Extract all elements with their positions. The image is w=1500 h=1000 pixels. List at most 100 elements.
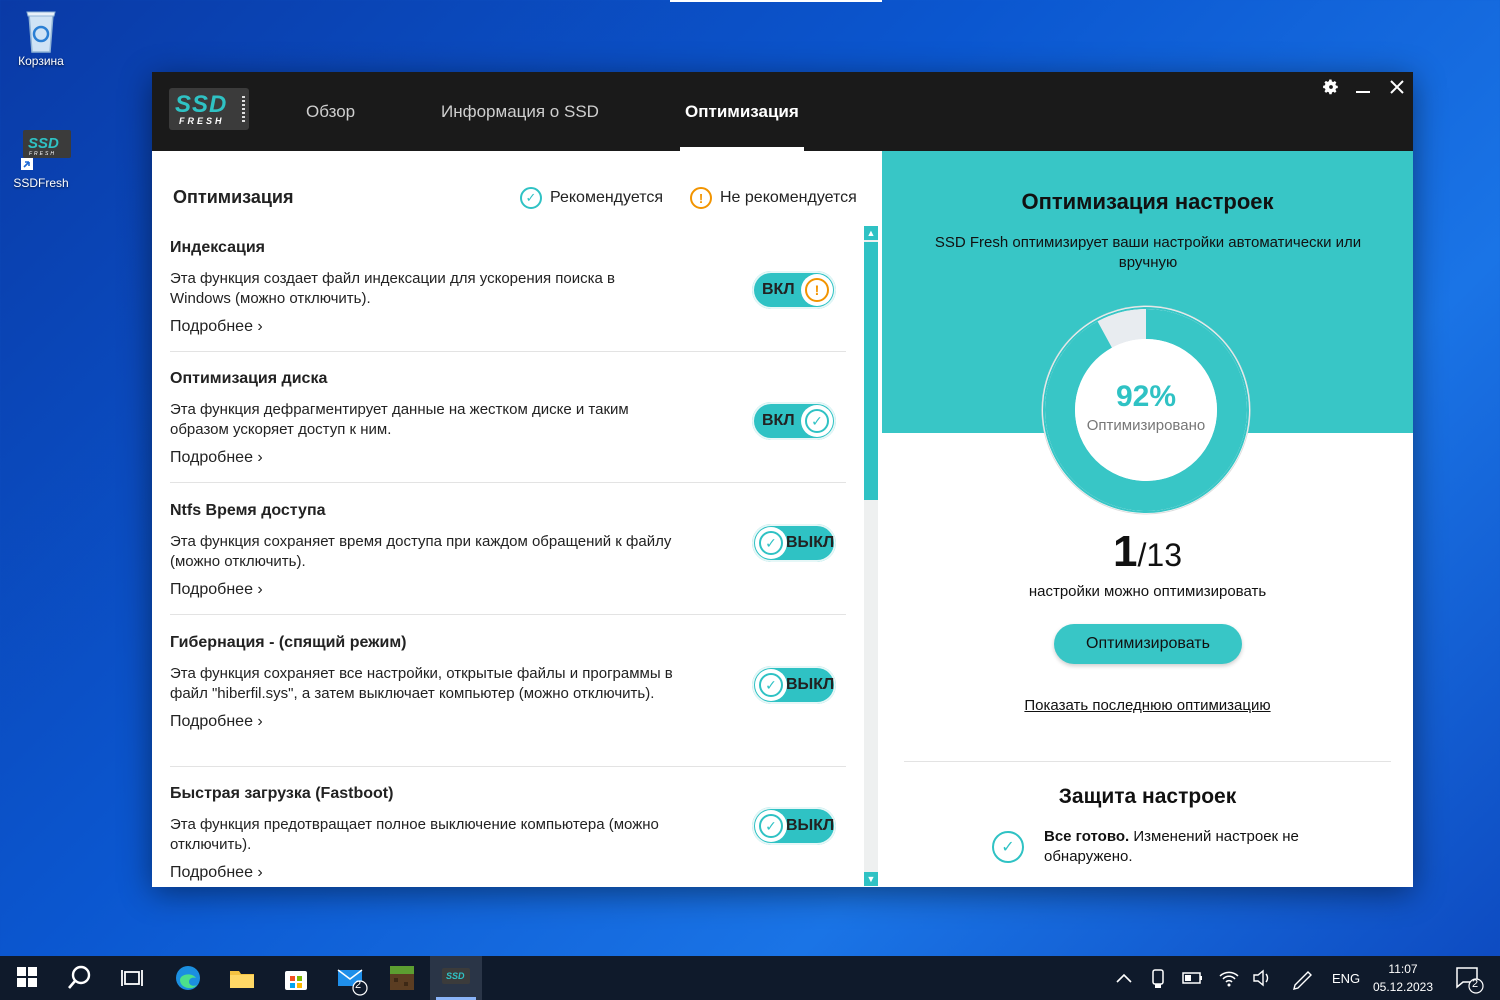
panel-title: Оптимизация (173, 187, 294, 207)
show-last-optimization-link[interactable]: Показать последнюю оптимизацию (882, 697, 1413, 714)
optimization-list-panel: Оптимизация ✓ Рекомендуется ! Не рекомен… (152, 151, 882, 887)
scroll-up-icon[interactable]: ▲ (864, 226, 878, 240)
item-description: Эта функция предотвращает полное выключе… (170, 816, 659, 853)
desktop-icon-label: SSDFresh (13, 176, 69, 190)
list-scrollbar[interactable]: ▲ ▼ (864, 226, 878, 886)
more-link[interactable]: Подробнее › (170, 713, 263, 731)
toggle-indexing[interactable]: ВКЛ ! (752, 271, 836, 309)
item-title: Индексация (170, 239, 266, 256)
title-bar: SSD FRESH Обзор Информация о SSD Оптимиз… (152, 72, 1413, 151)
item-description: Эта функция сохраняет все настройки, отк… (170, 665, 673, 702)
microsoft-store-icon[interactable] (282, 964, 310, 992)
warning-circle-icon: ! (690, 187, 712, 209)
legend-label: Рекомендуется (550, 189, 664, 206)
minimize-icon[interactable] (1350, 78, 1376, 102)
optimized-percent: 92% (1115, 380, 1177, 413)
recycle-bin-icon (19, 6, 63, 53)
item-description: Эта функция создает файл индексации для … (170, 270, 616, 307)
system-clock[interactable]: 11:07 05.12.2023 (1360, 960, 1446, 996)
check-circle-icon: ✓ (755, 810, 787, 842)
tab-optimization[interactable]: Оптимизация (685, 102, 799, 122)
toggle-fastboot[interactable]: ✓ ВЫКЛ (752, 807, 836, 845)
toggle-ntfs-access-time[interactable]: ✓ ВЫКЛ (752, 524, 836, 562)
optimization-progress-ring: 92% Оптимизировано (1040, 304, 1252, 516)
svg-text:SSD: SSD (28, 135, 59, 152)
scroll-down-icon[interactable]: ▼ (864, 872, 878, 886)
toggle-hibernation[interactable]: ✓ ВЫКЛ (752, 666, 836, 704)
toggle-label: ВЫКЛ (786, 676, 835, 693)
toggle-disk-optimization[interactable]: ВКЛ ✓ (752, 402, 836, 440)
volume-icon[interactable] (1250, 964, 1278, 992)
logo-sub: FRESH (179, 116, 225, 126)
item-title: Ntfs Время доступа (170, 502, 326, 519)
wifi-icon[interactable] (1216, 964, 1244, 992)
list-item-hibernation: Гибернация - (спящий режим) Эта функция … (170, 634, 846, 767)
search-icon[interactable] (66, 964, 94, 992)
desktop-icon-ssdfresh[interactable]: SSD FRESH SSDFresh (8, 128, 74, 190)
toggle-label: ВЫКЛ (786, 534, 835, 551)
item-description: Эта функция сохраняет время доступа при … (170, 533, 672, 570)
desktop-icon-recycle-bin[interactable]: Корзина (8, 6, 74, 68)
logo-bars (242, 96, 245, 122)
windows-start-icon[interactable] (14, 964, 42, 992)
summary-subtitle: SSD Fresh оптимизирует ваши настройки ав… (934, 234, 1362, 271)
language-indicator[interactable]: ENG (1332, 956, 1360, 1000)
toggle-label: ВКЛ (762, 412, 795, 429)
mail-icon[interactable]: 2 (336, 964, 368, 996)
clock-date: 05.12.2023 (1372, 980, 1434, 994)
item-title: Быстрая загрузка (Fastboot) (170, 785, 394, 802)
item-description: Эта функция дефрагментирует данные на же… (170, 401, 629, 438)
optimizable-count: 1/13 (882, 527, 1413, 577)
logo-main: SSD (175, 91, 228, 118)
task-view-icon[interactable] (118, 964, 146, 992)
settings-gear-icon[interactable] (1318, 78, 1344, 102)
protection-status: Все готово. Изменений настроек не обнару… (1044, 828, 1299, 865)
mail-badge: 2 (355, 979, 362, 991)
summary-title: Оптимизация настроек (1021, 189, 1274, 214)
optimization-summary-panel: Оптимизация настроек SSD Fresh оптимизир… (882, 151, 1413, 887)
ssdfresh-shortcut-icon: SSD FRESH (19, 128, 71, 172)
ssdfresh-window: SSD FRESH Обзор Информация о SSD Оптимиз… (152, 72, 1413, 887)
more-link[interactable]: Подробнее › (170, 864, 263, 882)
more-link[interactable]: Подробнее › (170, 581, 263, 599)
svg-text:SSD: SSD (446, 971, 465, 981)
list-item-fastboot: Быстрая загрузка (Fastboot) Эта функция … (170, 785, 846, 887)
usb-device-icon[interactable] (1146, 964, 1174, 992)
tab-ssd-info[interactable]: Информация о SSD (441, 102, 599, 122)
pen-icon[interactable] (1290, 964, 1318, 992)
protection-title: Защита настроек (1058, 785, 1237, 808)
divider (904, 761, 1391, 762)
legend-recommended: ✓ Рекомендуется (520, 187, 663, 209)
optimize-button[interactable]: Оптимизировать (1054, 624, 1242, 664)
item-title: Гибернация - (спящий режим) (170, 634, 407, 651)
file-explorer-icon[interactable] (228, 964, 256, 992)
chevron-up-icon[interactable] (1112, 964, 1140, 992)
list-item-indexing: Индексация Эта функция создает файл инде… (170, 239, 846, 352)
taskbar-ssdfresh-active[interactable]: SSD (430, 956, 482, 1000)
item-title: Оптимизация диска (170, 370, 328, 387)
battery-icon[interactable] (1180, 964, 1208, 992)
list-item-ntfs-access-time: Ntfs Время доступа Эта функция сохраняет… (170, 502, 846, 615)
toggle-label: ВКЛ (762, 281, 795, 298)
list-item-disk-optimization: Оптимизация диска Эта функция дефрагмент… (170, 370, 846, 483)
scroll-thumb[interactable] (864, 242, 878, 500)
count-label: настройки можно оптимизировать (1028, 583, 1267, 600)
check-circle-icon: ✓ (801, 405, 833, 437)
check-circle-icon: ✓ (755, 669, 787, 701)
taskbar: 2 SSD ENG 11:07 05.12.2023 2 (0, 956, 1500, 1000)
warning-circle-icon: ! (801, 274, 833, 306)
desktop-top-strip (670, 0, 882, 2)
tab-overview[interactable]: Обзор (306, 102, 355, 122)
minecraft-icon[interactable] (388, 964, 416, 992)
notifications-icon[interactable]: 2 (1454, 964, 1484, 994)
svg-text:FRESH: FRESH (29, 151, 56, 157)
legend-not-recommended: ! Не рекомендуется (690, 187, 857, 209)
optimized-label: Оптимизировано (1086, 417, 1206, 434)
edge-browser-icon[interactable] (174, 964, 202, 992)
more-link[interactable]: Подробнее › (170, 318, 263, 336)
close-icon[interactable] (1384, 78, 1410, 102)
check-circle-icon: ✓ (520, 187, 542, 209)
check-circle-icon: ✓ (992, 831, 1024, 863)
toggle-label: ВЫКЛ (786, 817, 835, 834)
more-link[interactable]: Подробнее › (170, 449, 263, 467)
